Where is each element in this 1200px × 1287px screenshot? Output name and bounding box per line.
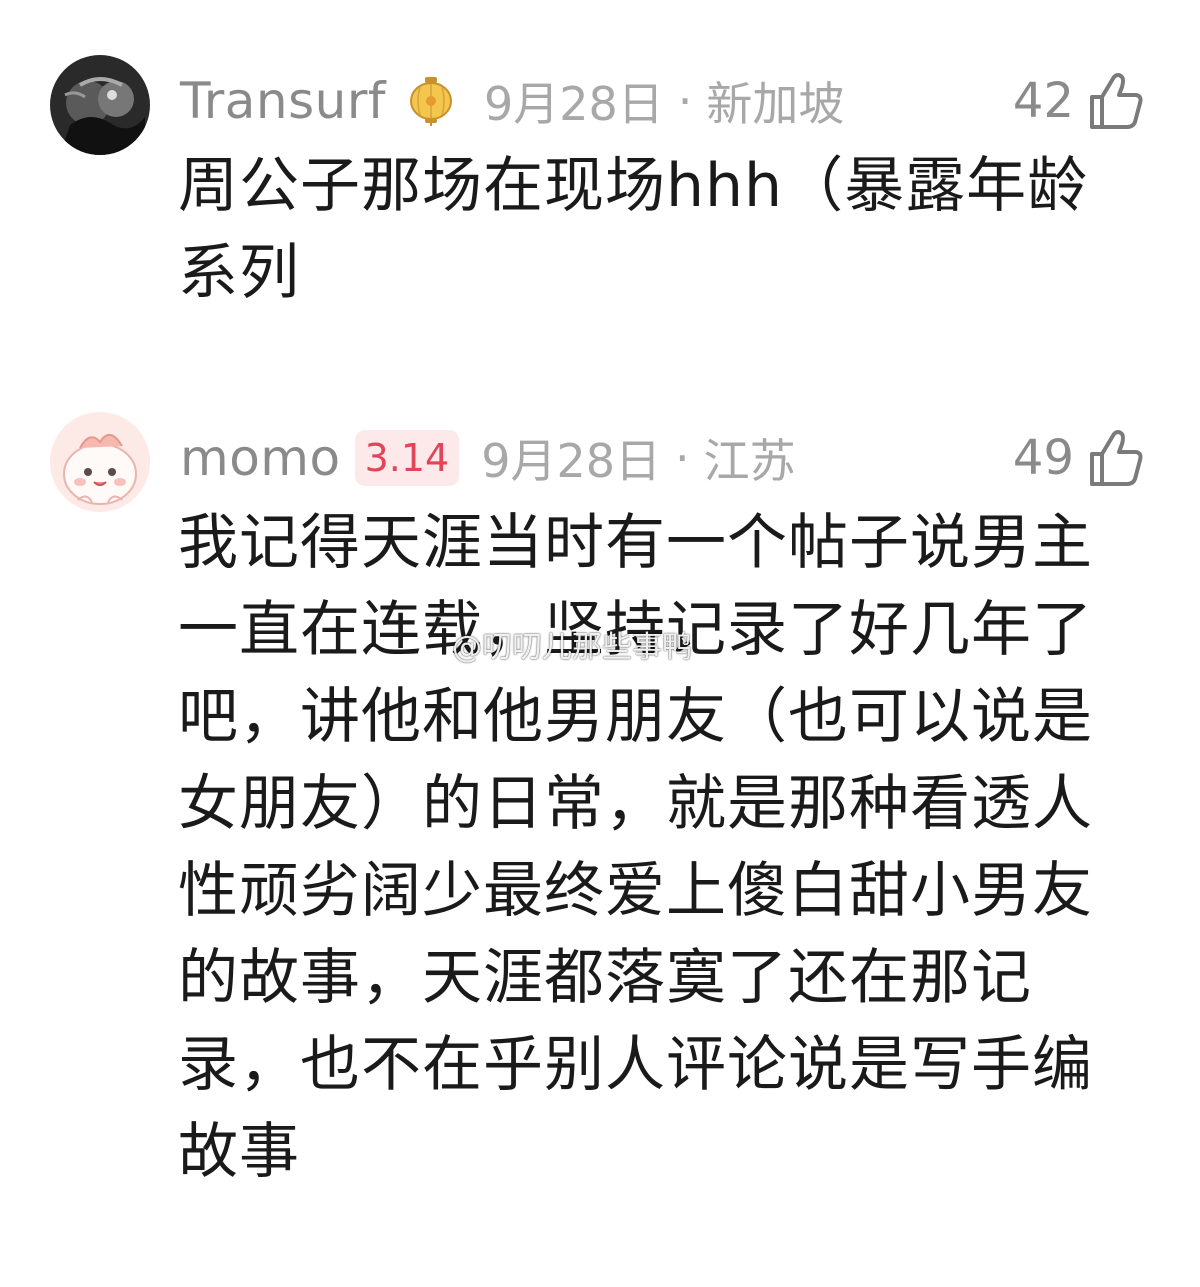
comment-text: 周公子那场在现场hhh（暴露年龄系列 xyxy=(178,151,1089,308)
lantern-icon xyxy=(408,75,454,127)
like-count: 49 xyxy=(1012,430,1074,486)
like-count: 42 xyxy=(1012,73,1074,129)
comment-meta: Transurf 9月28日 · 新加坡 xyxy=(180,61,844,141)
avatar-image xyxy=(50,55,150,155)
avatar[interactable] xyxy=(50,412,150,512)
like-button[interactable]: 42 xyxy=(1013,65,1144,137)
comment-location: 江苏 xyxy=(703,434,796,488)
comment-text: 我记得天涯当时有一个帖子说男主一直在连载，坚持记录了好几年了吧，讲他和他男朋友（… xyxy=(178,508,1093,1187)
thumbs-up-icon xyxy=(1090,430,1143,486)
comment-date: 9月28日 xyxy=(481,434,662,488)
comment-meta: momo 3.14 9月28日 · 江苏 xyxy=(180,418,796,498)
avatar-image xyxy=(50,412,150,512)
username[interactable]: momo xyxy=(180,429,341,487)
comment-date: 9月28日 xyxy=(483,77,664,131)
thumbs-up-icon xyxy=(1090,73,1143,129)
meta-separator: · xyxy=(675,431,690,485)
username[interactable]: Transurf xyxy=(180,72,386,130)
avatar[interactable] xyxy=(50,55,150,155)
meta-separator: · xyxy=(677,74,693,128)
like-button[interactable]: 49 xyxy=(1013,422,1144,494)
comment-location: 新加坡 xyxy=(706,77,845,131)
watermark: @叨叨儿那些事鸭 xyxy=(452,630,692,665)
level-badge: 3.14 xyxy=(354,430,460,486)
